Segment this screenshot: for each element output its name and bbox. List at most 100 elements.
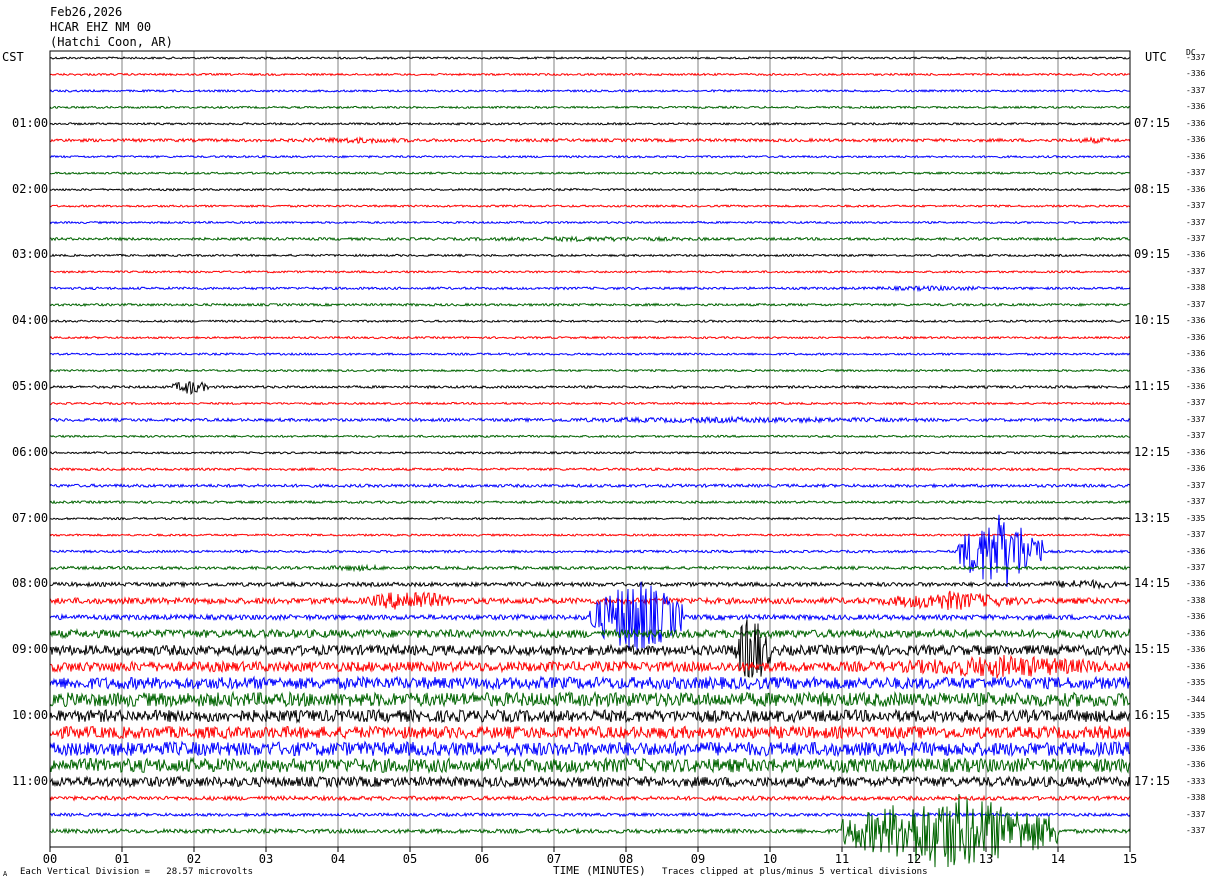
dc-offset-value: -335	[1186, 678, 1206, 688]
trace-line	[49, 368, 1131, 373]
x-tick-label: 08	[618, 852, 634, 866]
right-time-label: 10:15	[1134, 313, 1171, 328]
dc-offset-value: -336	[1186, 382, 1206, 391]
dc-offset-value: -336	[1186, 349, 1206, 359]
dc-offset-value: -336	[1186, 760, 1206, 770]
right-time-label: 08:15	[1134, 181, 1171, 196]
left-time-label: 01:00	[12, 115, 49, 130]
dc-offset-value: -336	[1186, 332, 1206, 342]
trace-line	[50, 253, 1131, 258]
left-time-label: 11:00	[12, 773, 49, 788]
dc-offset-value: -337	[1186, 398, 1206, 408]
dc-offset-value: -336	[1186, 628, 1206, 638]
left-time-label: 03:00	[12, 247, 49, 262]
dc-offset-value: -337	[1186, 562, 1206, 572]
trace-line	[49, 581, 1131, 650]
dc-offset-value: -337	[1186, 85, 1206, 95]
dc-offset-value: -336	[1186, 135, 1206, 145]
dc-offset-value: -337	[1186, 53, 1206, 62]
trace-line	[49, 627, 1131, 640]
right-time-label: 11:15	[1134, 379, 1171, 393]
trace-line	[49, 690, 1131, 708]
dc-offset-value: -337	[1186, 299, 1206, 309]
right-time-label: 15:15	[1134, 642, 1171, 657]
right-time-label: 07:15	[1134, 115, 1171, 130]
dc-offset-value: -337	[1186, 168, 1206, 178]
trace-line	[49, 352, 1131, 357]
left-time-label: 07:00	[12, 510, 49, 525]
trace-line	[49, 675, 1131, 691]
x-tick-label: 11	[834, 852, 850, 866]
dc-offset-value: -337	[1186, 809, 1206, 819]
trace-line	[49, 619, 1131, 678]
x-tick-label: 07	[546, 852, 562, 866]
right-time-label: 13:15	[1134, 510, 1171, 525]
trace-line	[49, 269, 1131, 274]
left-time-label: 09:00	[12, 642, 49, 657]
x-tick-label: 02	[186, 852, 202, 866]
right-time-label: 12:15	[1134, 444, 1171, 459]
trace-line	[49, 740, 1131, 758]
trace-line	[49, 401, 1131, 406]
trace-line	[49, 533, 1131, 537]
trace-line	[49, 434, 1131, 439]
trace-line	[49, 72, 1131, 77]
dc-offset-value: -337	[1186, 497, 1206, 507]
trace-line	[49, 335, 1131, 340]
trace-line	[49, 121, 1131, 126]
dc-offset-value: -336	[1186, 102, 1206, 112]
dc-offset-value: -335	[1186, 513, 1206, 523]
left-time-label: 08:00	[12, 576, 49, 591]
trace-line	[49, 590, 1131, 611]
x-tick-label: 05	[402, 852, 418, 866]
x-tick-label: 01	[114, 852, 130, 866]
trace-line	[49, 154, 1131, 159]
trace-line	[49, 563, 1131, 573]
dc-offset-value: -337	[1186, 217, 1206, 227]
x-tick-label: 03	[258, 852, 274, 866]
dc-offset-value: -337	[1186, 201, 1206, 211]
trace-line	[49, 88, 1130, 93]
trace-line	[49, 482, 1131, 489]
dc-offset-value: -336	[1186, 464, 1206, 474]
left-time-label: 05:00	[12, 379, 49, 393]
dc-offset-value: -336	[1186, 743, 1206, 753]
x-tick-label: 14	[1050, 852, 1066, 866]
dc-offset-value: -336	[1186, 365, 1206, 375]
right-time-label: 17:15	[1134, 773, 1171, 788]
dc-offset-value: -336	[1186, 316, 1206, 326]
dc-offset-value: -338	[1186, 793, 1206, 803]
dc-offset-value: -336	[1186, 447, 1206, 457]
trace-line	[49, 724, 1131, 741]
trace-line	[49, 302, 1131, 308]
dc-offset-value: -338	[1186, 283, 1206, 293]
dc-offset-value: -339	[1186, 727, 1206, 737]
dc-offset-value: -335	[1186, 711, 1206, 720]
scale-note: Each Vertical Division = 28.57 microvolt…	[20, 867, 253, 877]
dc-offset-value: -337	[1186, 530, 1206, 540]
dc-offset-value: -336	[1186, 546, 1206, 556]
trace-line	[49, 171, 1131, 176]
trace-line	[49, 381, 1131, 395]
clip-note: Traces clipped at plus/minus 5 vertical …	[662, 867, 928, 877]
trace-line	[49, 708, 1131, 724]
trace-line	[49, 204, 1131, 209]
trace-line	[49, 756, 1131, 774]
trace-line	[49, 794, 1131, 802]
trace-line	[49, 319, 1131, 324]
dc-offset-value: -336	[1186, 645, 1206, 655]
dc-offset-value: -337	[1186, 233, 1206, 243]
trace-line	[49, 284, 1131, 293]
trace-line	[50, 516, 1131, 521]
left-time-label: 06:00	[12, 444, 49, 459]
trace-line	[49, 450, 1131, 455]
helicorder-plot	[49, 50, 1131, 868]
trace-line	[49, 235, 1131, 243]
trace-line	[49, 499, 1131, 505]
trace-line	[49, 187, 1130, 192]
dc-offset-value: -336	[1186, 69, 1206, 79]
x-tick-label: 09	[690, 852, 706, 866]
left-time-label: 10:00	[12, 708, 49, 722]
dc-offset-value: -336	[1186, 184, 1206, 194]
right-time-label: 14:15	[1134, 576, 1171, 591]
